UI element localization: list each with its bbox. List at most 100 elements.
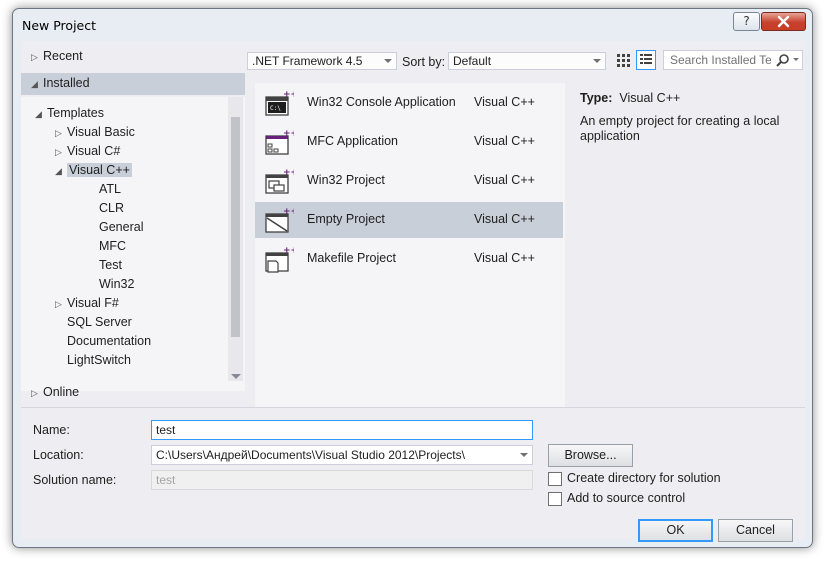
list-view-button[interactable] bbox=[636, 50, 656, 70]
collapsed-arrow-icon: ▷ bbox=[55, 147, 62, 157]
sort-by-label: Sort by: bbox=[402, 55, 446, 69]
name-label: Name: bbox=[33, 423, 70, 437]
tree-item-mfc[interactable]: MFC bbox=[99, 237, 126, 256]
tree-item-label: Visual F# bbox=[67, 296, 119, 310]
search-placeholder: Search Installed Te bbox=[670, 53, 772, 67]
browse-button[interactable]: Browse... bbox=[548, 444, 633, 467]
makefile-project-icon: ++ bbox=[265, 246, 294, 273]
tree-item-lightswitch[interactable]: LightSwitch bbox=[67, 351, 131, 370]
expanded-arrow-icon: ◢ bbox=[35, 109, 42, 119]
template-language: Visual C++ bbox=[474, 173, 535, 187]
svg-text:++: ++ bbox=[283, 168, 294, 178]
tree-online-label: Online bbox=[43, 385, 80, 399]
tree-item-label: LightSwitch bbox=[67, 353, 131, 367]
create-directory-label[interactable]: Create directory for solution bbox=[567, 471, 721, 485]
search-button[interactable] bbox=[771, 51, 802, 69]
template-description: An empty project for creating a local ap… bbox=[580, 114, 780, 143]
tree-item-visual-cpp[interactable]: ◢ Visual C++ bbox=[55, 161, 132, 180]
template-language: Visual C++ bbox=[474, 212, 535, 226]
tree-item-label: Test bbox=[99, 258, 122, 272]
new-project-dialog: New Project ? ▷ Recent ◢ Installed ◢ Templa… bbox=[12, 8, 813, 548]
dialog-title: New Project bbox=[22, 18, 97, 33]
add-source-control-label[interactable]: Add to source control bbox=[567, 491, 685, 505]
grid-view-icon bbox=[617, 54, 630, 67]
tree-item-sql-server[interactable]: SQL Server bbox=[67, 313, 132, 332]
collapsed-arrow-icon: ▷ bbox=[31, 388, 38, 398]
template-name: Win32 Project bbox=[307, 173, 385, 187]
tree-templates[interactable]: ◢ Templates bbox=[35, 104, 104, 123]
title-bar[interactable]: New Project ? bbox=[13, 9, 812, 41]
template-language: Visual C++ bbox=[474, 251, 535, 265]
tree-item-clr[interactable]: CLR bbox=[99, 199, 124, 218]
type-value: Visual C++ bbox=[619, 91, 681, 105]
tree-item-label: ATL bbox=[99, 182, 121, 196]
close-icon bbox=[777, 15, 790, 28]
divider bbox=[21, 407, 805, 408]
tree-item-label: General bbox=[99, 220, 144, 234]
ok-button[interactable]: OK bbox=[638, 519, 713, 542]
tree-item-win32[interactable]: Win32 bbox=[99, 275, 134, 294]
add-source-control-checkbox[interactable] bbox=[548, 492, 562, 506]
collapsed-arrow-icon: ▷ bbox=[31, 52, 38, 62]
tree-item-test[interactable]: Test bbox=[99, 256, 122, 275]
template-name: Makefile Project bbox=[307, 251, 396, 265]
tree-installed[interactable]: ◢ Installed bbox=[31, 74, 90, 93]
template-item-win32-console[interactable]: C:\ ++ Win32 Console Application Visual … bbox=[255, 85, 563, 121]
sort-value: Default bbox=[453, 54, 492, 68]
location-label: Location: bbox=[33, 448, 84, 462]
expanded-arrow-icon: ◢ bbox=[31, 79, 38, 89]
help-button[interactable]: ? bbox=[733, 12, 760, 31]
tree-item-visual-fsharp[interactable]: ▷ Visual F# bbox=[55, 294, 119, 313]
svg-text:++: ++ bbox=[283, 207, 294, 217]
tree-item-general[interactable]: General bbox=[99, 218, 143, 237]
svg-text:++: ++ bbox=[283, 129, 294, 139]
search-icon bbox=[776, 54, 799, 67]
console-app-icon: C:\ ++ bbox=[265, 90, 294, 116]
tree-item-visual-csharp[interactable]: ▷ Visual C# bbox=[55, 142, 120, 161]
template-name: Win32 Console Application bbox=[307, 95, 456, 109]
tree-recent-label: Recent bbox=[43, 49, 83, 63]
framework-dropdown[interactable]: .NET Framework 4.5 bbox=[247, 52, 397, 70]
tree-item-label: MFC bbox=[99, 239, 127, 253]
svg-text:C:\: C:\ bbox=[270, 105, 281, 112]
template-list: C:\ ++ Win32 Console Application Visual … bbox=[255, 83, 565, 407]
mfc-app-icon: ++ bbox=[265, 129, 294, 155]
solution-name-input: test bbox=[151, 470, 533, 490]
template-name: MFC Application bbox=[307, 134, 399, 148]
template-name: Empty Project bbox=[307, 212, 385, 226]
chevron-down-icon bbox=[384, 59, 392, 63]
location-combo[interactable]: C:\Users\Андрей\Documents\Visual Studio … bbox=[151, 445, 533, 465]
scroll-down-icon[interactable] bbox=[231, 374, 241, 379]
template-item-mfc-application[interactable]: ++ MFC Application Visual C++ bbox=[255, 124, 563, 160]
empty-project-icon: ++ bbox=[265, 207, 294, 233]
tree-item-label: Visual C# bbox=[67, 144, 121, 158]
tree-item-documentation[interactable]: Documentation bbox=[67, 332, 151, 351]
cancel-button[interactable]: Cancel bbox=[718, 519, 793, 542]
collapsed-arrow-icon: ▷ bbox=[55, 128, 62, 138]
close-button[interactable] bbox=[761, 12, 806, 31]
tree-recent[interactable]: ▷ Recent bbox=[31, 47, 83, 66]
tree-item-visual-basic[interactable]: ▷ Visual Basic bbox=[55, 123, 135, 142]
tree-item-atl[interactable]: ATL bbox=[99, 180, 121, 199]
tree-item-label: Documentation bbox=[67, 334, 152, 348]
tree-item-label: CLR bbox=[99, 201, 125, 215]
template-item-win32-project[interactable]: ++ Win32 Project Visual C++ bbox=[255, 163, 563, 199]
tree-item-label: Visual Basic bbox=[67, 125, 135, 139]
template-item-makefile-project[interactable]: ++ Makefile Project Visual C++ bbox=[255, 241, 563, 277]
create-directory-checkbox[interactable] bbox=[548, 472, 562, 486]
framework-value: .NET Framework 4.5 bbox=[252, 54, 363, 68]
tree-installed-label: Installed bbox=[43, 76, 90, 90]
solution-name-label: Solution name: bbox=[33, 473, 117, 487]
project-name-input[interactable]: test bbox=[151, 420, 533, 440]
tree-scrollbar[interactable] bbox=[228, 97, 243, 381]
collapsed-arrow-icon: ▷ bbox=[55, 299, 62, 309]
scrollbar-thumb[interactable] bbox=[231, 117, 240, 337]
template-details-panel: Type: Visual C++ An empty project for cr… bbox=[568, 83, 805, 407]
small-icons-view-button[interactable] bbox=[613, 50, 633, 70]
template-item-empty-project[interactable]: ++ Empty Project Visual C++ bbox=[255, 202, 563, 238]
svg-text:++: ++ bbox=[283, 246, 294, 256]
type-label: Type: bbox=[580, 91, 613, 105]
sort-dropdown[interactable]: Default bbox=[448, 52, 606, 70]
chevron-down-icon[interactable] bbox=[520, 453, 528, 457]
tree-online[interactable]: ▷ Online bbox=[31, 383, 79, 402]
